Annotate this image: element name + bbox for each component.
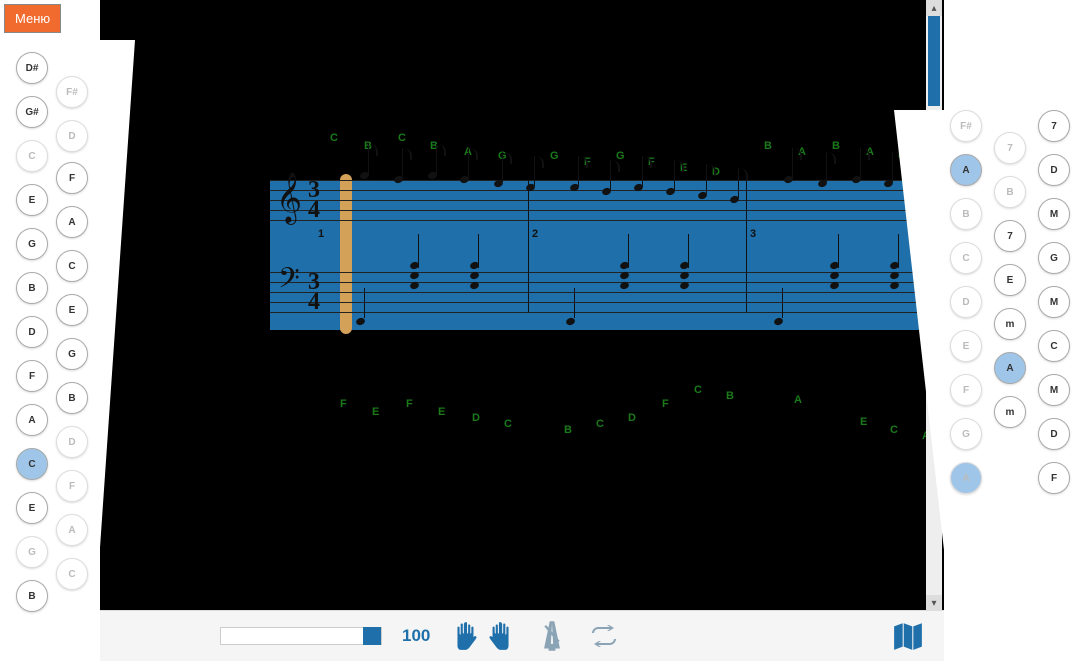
right-keyboard-panel: F#77ABDB7MCEGDmMEACFmMGDFA bbox=[944, 110, 1084, 550]
left-key-c[interactable]: C bbox=[16, 140, 48, 172]
note-label: B bbox=[764, 140, 772, 152]
right-key-a[interactable]: A bbox=[994, 352, 1026, 384]
note-label: F bbox=[662, 398, 669, 410]
left-key-c[interactable]: C bbox=[16, 448, 48, 480]
left-key-d[interactable]: D bbox=[56, 426, 88, 458]
left-key-b[interactable]: B bbox=[16, 272, 48, 304]
left-key-f[interactable]: F bbox=[56, 470, 88, 502]
score-area: 𝄞 𝄢 34 34 1 2 3 CBCBAGGFGFEDBABAGF FEFED… bbox=[100, 0, 944, 611]
right-key-e[interactable]: E bbox=[950, 330, 982, 362]
left-key-f[interactable]: F bbox=[56, 162, 88, 194]
note-label: D bbox=[472, 412, 480, 424]
left-key-a[interactable]: A bbox=[16, 404, 48, 436]
left-key-g[interactable]: G bbox=[56, 338, 88, 370]
tempo-value: 100 bbox=[402, 626, 430, 646]
note-label: B bbox=[564, 424, 572, 436]
right-key-e[interactable]: E bbox=[994, 264, 1026, 296]
left-key-g[interactable]: G bbox=[16, 536, 48, 568]
right-key-c[interactable]: C bbox=[950, 242, 982, 274]
menu-button[interactable]: Меню bbox=[4, 4, 61, 33]
time-signature-treble: 34 bbox=[308, 180, 320, 220]
right-key-d[interactable]: D bbox=[950, 286, 982, 318]
right-key-7[interactable]: 7 bbox=[994, 220, 1026, 252]
left-key-e[interactable]: E bbox=[56, 294, 88, 326]
note-label: A bbox=[794, 394, 802, 406]
tempo-slider[interactable] bbox=[220, 627, 382, 645]
left-key-dsharp[interactable]: D# bbox=[16, 52, 48, 84]
scrollbar-thumb[interactable] bbox=[928, 16, 940, 106]
note-label: C bbox=[504, 418, 512, 430]
left-key-d[interactable]: D bbox=[16, 316, 48, 348]
note-label: G bbox=[616, 150, 625, 162]
right-key-c[interactable]: C bbox=[1038, 330, 1070, 362]
note-label: C bbox=[694, 384, 702, 396]
right-key-f[interactable]: F bbox=[950, 374, 982, 406]
right-key-m[interactable]: M bbox=[1038, 198, 1070, 230]
bar-number: 3 bbox=[750, 228, 756, 240]
right-key-d[interactable]: D bbox=[1038, 418, 1070, 450]
left-key-b[interactable]: B bbox=[16, 580, 48, 612]
right-key-f[interactable]: F bbox=[1038, 462, 1070, 494]
note-label: B bbox=[726, 390, 734, 402]
left-key-c[interactable]: C bbox=[56, 250, 88, 282]
right-key-a[interactable]: A bbox=[950, 154, 982, 186]
scroll-up-icon[interactable]: ▴ bbox=[926, 0, 942, 16]
note-label: E bbox=[860, 416, 867, 428]
tempo-slider-thumb[interactable] bbox=[363, 627, 381, 645]
right-key-m[interactable]: M bbox=[1038, 374, 1070, 406]
map-icon[interactable] bbox=[892, 616, 924, 656]
left-key-gsharp[interactable]: G# bbox=[16, 96, 48, 128]
right-key-7[interactable]: 7 bbox=[994, 132, 1026, 164]
metronome-icon[interactable] bbox=[536, 616, 568, 656]
loop-icon[interactable] bbox=[588, 616, 620, 656]
score-canvas[interactable]: 𝄞 𝄢 34 34 1 2 3 CBCBAGGFGFEDBABAGF FEFED… bbox=[130, 0, 914, 611]
left-key-c[interactable]: C bbox=[56, 558, 88, 590]
bar-number: 1 bbox=[318, 228, 324, 240]
bottom-toolbar: 100 bbox=[100, 610, 944, 661]
note-label: B bbox=[832, 140, 840, 152]
right-key-7[interactable]: 7 bbox=[1038, 110, 1070, 142]
right-key-m[interactable]: m bbox=[994, 396, 1026, 428]
note-label: E bbox=[372, 406, 379, 418]
treble-clef: 𝄞 bbox=[276, 172, 302, 223]
scroll-down-icon[interactable]: ▾ bbox=[926, 595, 942, 611]
left-key-g[interactable]: G bbox=[16, 228, 48, 260]
right-key-b[interactable]: B bbox=[950, 198, 982, 230]
left-key-e[interactable]: E bbox=[16, 184, 48, 216]
bass-clef: 𝄢 bbox=[278, 264, 300, 302]
note-label: F bbox=[340, 398, 347, 410]
note-label: F bbox=[406, 398, 413, 410]
right-key-fsharp[interactable]: F# bbox=[950, 110, 982, 142]
left-keyboard-panel: D#F#G#DCFEAGCBEDGFBADCFEAGCB bbox=[0, 40, 95, 620]
note-label: C bbox=[398, 132, 406, 144]
left-hand-icon[interactable] bbox=[450, 616, 482, 656]
right-key-d[interactable]: D bbox=[1038, 154, 1070, 186]
note-label: G bbox=[550, 150, 559, 162]
time-signature-bass: 34 bbox=[308, 272, 320, 312]
right-hand-icon[interactable] bbox=[484, 616, 516, 656]
note-label: E bbox=[438, 406, 445, 418]
left-key-d[interactable]: D bbox=[56, 120, 88, 152]
right-key-m[interactable]: M bbox=[1038, 286, 1070, 318]
right-key-g[interactable]: G bbox=[1038, 242, 1070, 274]
right-key-m[interactable]: m bbox=[994, 308, 1026, 340]
left-key-e[interactable]: E bbox=[16, 492, 48, 524]
left-key-f[interactable]: F bbox=[16, 360, 48, 392]
left-key-fsharp[interactable]: F# bbox=[56, 76, 88, 108]
note-label: D bbox=[628, 412, 636, 424]
right-key-g[interactable]: G bbox=[950, 418, 982, 450]
right-key-a[interactable]: A bbox=[950, 462, 982, 494]
bar-number: 2 bbox=[532, 228, 538, 240]
staff-system: 𝄞 𝄢 34 34 1 2 3 CBCBAGGFGFEDBABAGF FEFED… bbox=[270, 180, 960, 330]
right-key-b[interactable]: B bbox=[994, 176, 1026, 208]
left-key-a[interactable]: A bbox=[56, 514, 88, 546]
note-label: C bbox=[596, 418, 604, 430]
note-label: C bbox=[330, 132, 338, 144]
left-key-a[interactable]: A bbox=[56, 206, 88, 238]
left-key-b[interactable]: B bbox=[56, 382, 88, 414]
